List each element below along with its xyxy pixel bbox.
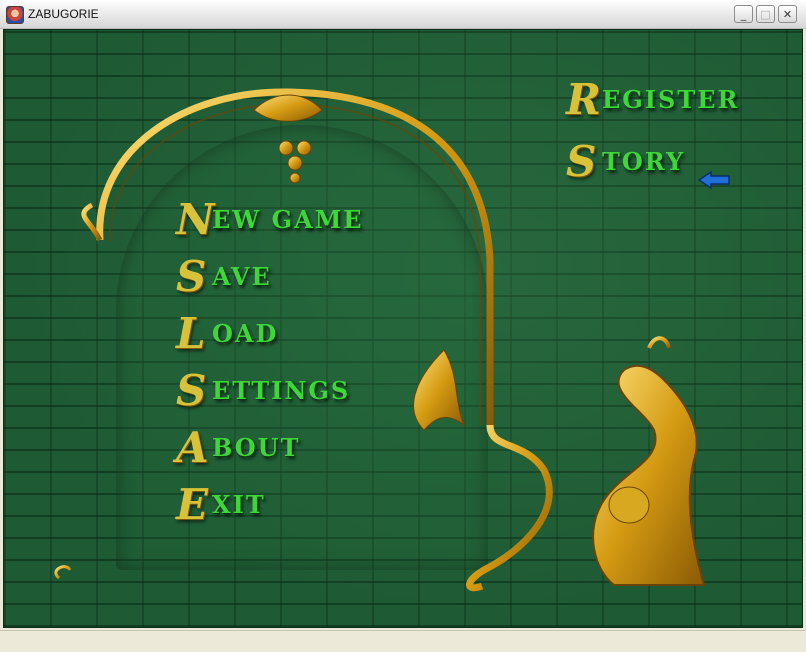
menu-item-label: bout (212, 433, 301, 462)
menu-item-exit[interactable]: Exit (176, 480, 364, 537)
close-button[interactable]: ✕ (778, 5, 797, 23)
menu-item-initial: L (176, 309, 206, 358)
menu-item-label: xit (212, 490, 266, 519)
menu-item-new-game[interactable]: New game (176, 195, 364, 252)
main-menu: New game Save Load Settings About Exit (176, 195, 364, 537)
menu-item-about[interactable]: About (176, 423, 364, 480)
menu-item-initial: R (566, 75, 601, 124)
minimize-button[interactable]: _ (734, 5, 753, 23)
game-window: ZABUGORIE _ □ ✕ NEW GAME S AVE L OAD S E… (0, 0, 806, 652)
menu-item-label: oad (212, 319, 279, 348)
menu-item-initial: S (566, 137, 597, 186)
menu-item-label: egister (602, 85, 740, 114)
menu-item-initial: S (176, 252, 207, 301)
menu-item-load[interactable]: Load (176, 309, 364, 366)
menu-item-initial: N (176, 195, 215, 244)
app-icon (6, 6, 24, 24)
menu-item-initial: A (176, 423, 209, 472)
menu-item-register[interactable]: Register (566, 75, 739, 137)
menu-item-initial: S (176, 366, 207, 415)
menu-item-label: tory (602, 147, 686, 176)
menu-item-save[interactable]: Save (176, 252, 364, 309)
menu-item-label: ettings (212, 376, 351, 405)
menu-item-label: ave (212, 262, 272, 291)
status-bar (0, 630, 806, 652)
menu-item-label: ew game (212, 205, 364, 234)
menu-item-settings[interactable]: Settings (176, 366, 364, 423)
window-title: ZABUGORIE (28, 7, 99, 21)
game-screen: New game Save Load Settings About Exit R… (3, 29, 803, 628)
menu-item-initial: E (176, 480, 209, 529)
title-bar[interactable]: ZABUGORIE _ □ ✕ (0, 0, 806, 29)
maximize-button[interactable]: □ (756, 5, 775, 23)
pointing-hand-arrow-icon (697, 170, 730, 190)
